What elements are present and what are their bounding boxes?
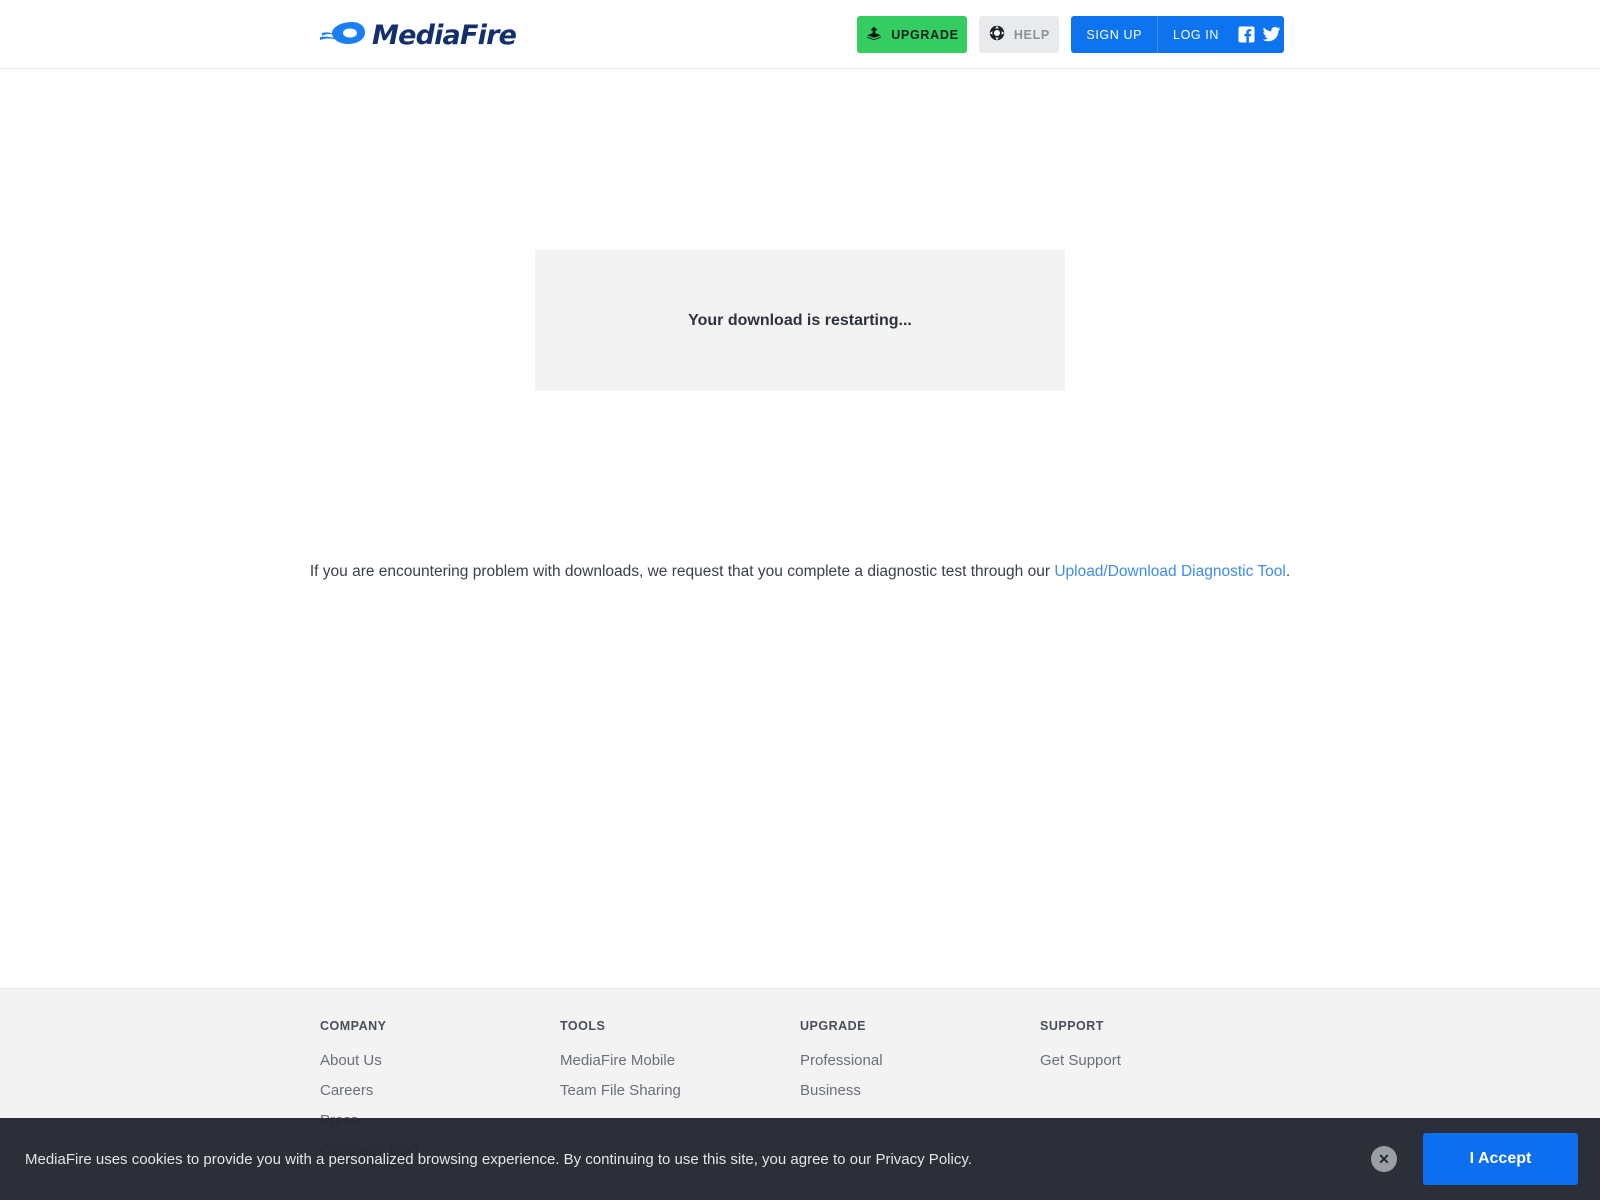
download-status-text: Your download is restarting... (688, 311, 912, 329)
footer-link-careers[interactable]: Careers (320, 1080, 560, 1102)
footer-heading-company: COMPANY (320, 1019, 387, 1033)
footer-link-get-support[interactable]: Get Support (1040, 1050, 1280, 1072)
mediafire-flame-icon (320, 20, 368, 51)
diagnostic-message: If you are encountering problem with dow… (0, 563, 1600, 581)
cookie-consent-banner: MediaFire uses cookies to provide you wi… (0, 1118, 1600, 1200)
upload-arrow-icon (866, 25, 882, 44)
cookie-consent-message: MediaFire uses cookies to provide you wi… (25, 1150, 972, 1168)
accept-cookies-button[interactable]: I Accept (1423, 1133, 1578, 1185)
lifebuoy-icon (989, 25, 1005, 44)
footer-link-business[interactable]: Business (800, 1080, 1040, 1102)
main-content: Your download is restarting... If you ar… (0, 69, 1600, 988)
mediafire-logo[interactable]: MediaFire (320, 16, 517, 54)
logo-text: MediaFire (372, 19, 517, 51)
footer-heading-upgrade: UPGRADE (800, 1019, 867, 1033)
footer-link-about-us[interactable]: About Us (320, 1050, 560, 1072)
diagnostic-tool-link[interactable]: Upload/Download Diagnostic Tool (1054, 563, 1286, 580)
diagnostic-suffix-text: . (1285, 563, 1291, 580)
diagnostic-prefix-text: If you are encountering problem with dow… (309, 563, 1055, 580)
facebook-icon[interactable] (1234, 16, 1259, 53)
close-icon[interactable]: ✕ (1371, 1146, 1397, 1172)
help-button[interactable]: HELP (979, 16, 1060, 53)
footer-link-mediafire-mobile[interactable]: MediaFire Mobile (560, 1050, 800, 1072)
log-in-button[interactable]: LOG IN (1158, 16, 1234, 53)
footer-heading-support: SUPPORT (1040, 1019, 1104, 1033)
upgrade-button[interactable]: UPGRADE (857, 16, 968, 53)
footer-link-professional[interactable]: Professional (800, 1050, 1040, 1072)
download-status-panel: Your download is restarting... (535, 250, 1065, 391)
header-actions: UPGRADE HELP SIGN UP LOG IN (857, 16, 1284, 53)
auth-group: SIGN UP LOG IN (1071, 16, 1284, 53)
footer-link-team-file-sharing[interactable]: Team File Sharing (560, 1080, 800, 1102)
sign-up-button[interactable]: SIGN UP (1071, 16, 1157, 53)
site-header: MediaFire UPGRADE HELP SIGN UP LOG IN (0, 0, 1600, 69)
help-button-label: HELP (1013, 27, 1050, 42)
upgrade-button-label: UPGRADE (891, 27, 959, 42)
twitter-icon[interactable] (1259, 16, 1284, 53)
cookie-banner-actions: ✕ I Accept (1371, 1133, 1578, 1185)
footer-heading-tools: TOOLS (560, 1019, 606, 1033)
